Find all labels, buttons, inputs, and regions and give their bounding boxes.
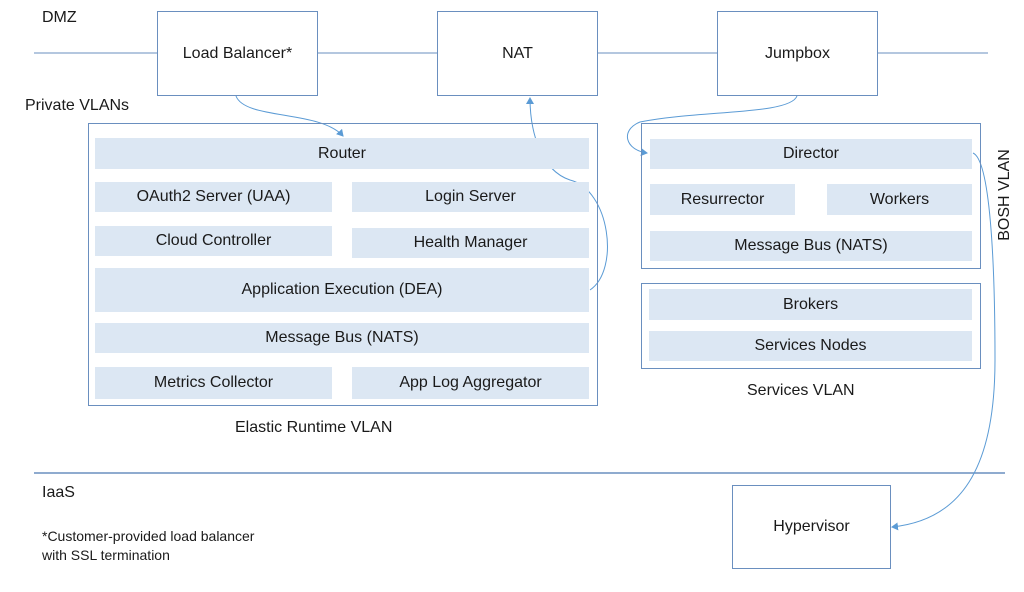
elastic-runtime-label: Elastic Runtime VLAN [235,419,393,436]
app-log-aggregator[interactable]: App Log Aggregator [352,367,589,399]
cloud-controller[interactable]: Cloud Controller [95,226,332,256]
brokers[interactable]: Brokers [649,289,972,320]
login-server[interactable]: Login Server [352,182,589,212]
load-balancer-node[interactable]: Load Balancer* [157,11,318,96]
private-vlans-label: Private VLANs [25,97,130,114]
services-vlan-label: Services VLAN [747,382,855,399]
footnote-line1: *Customer-provided load balancer [42,528,255,544]
health-manager[interactable]: Health Manager [352,228,589,258]
message-bus[interactable]: Message Bus (NATS) [95,323,589,353]
resurrector[interactable]: Resurrector [650,184,795,215]
application-execution[interactable]: Application Execution (DEA) [95,268,589,312]
hypervisor-node[interactable]: Hypervisor [732,485,891,569]
services-nodes[interactable]: Services Nodes [649,331,972,361]
dmz-label: DMZ [42,9,77,26]
workers[interactable]: Workers [827,184,972,215]
nat-node[interactable]: NAT [437,11,598,96]
jumpbox-node[interactable]: Jumpbox [717,11,878,96]
iaas-label: IaaS [42,484,75,501]
router[interactable]: Router [95,138,589,169]
oauth2-server[interactable]: OAuth2 Server (UAA) [95,182,332,212]
director[interactable]: Director [650,139,972,169]
bosh-vlan-label: BOSH VLAN [996,149,1013,241]
metrics-collector[interactable]: Metrics Collector [95,367,332,399]
footnote-line2: with SSL termination [42,547,170,563]
bosh-message-bus[interactable]: Message Bus (NATS) [650,231,972,261]
